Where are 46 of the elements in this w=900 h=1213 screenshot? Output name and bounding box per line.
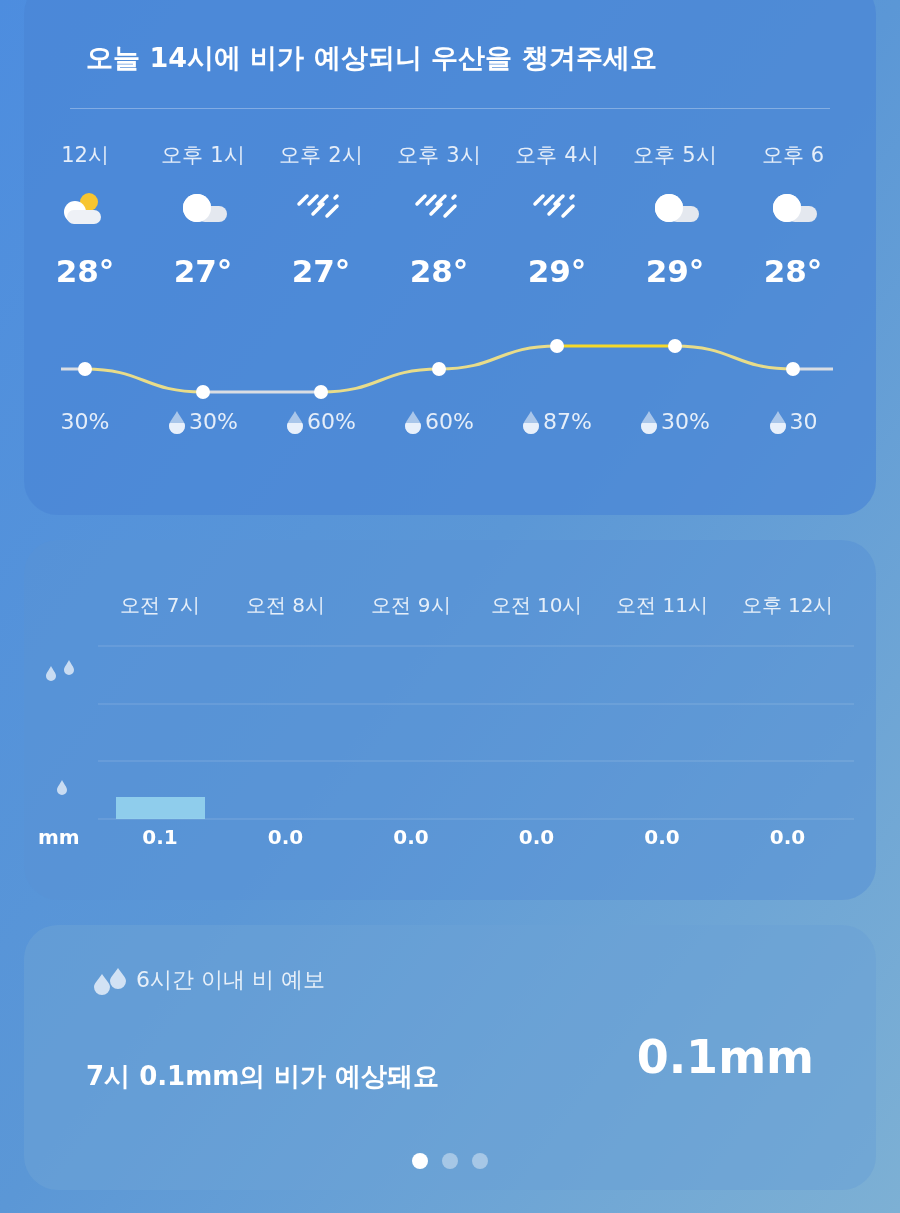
temperature: 29°	[645, 252, 705, 291]
precipitation-chance: 60%	[425, 408, 474, 436]
raindrop-icon	[640, 409, 659, 434]
raindrop-icon	[522, 409, 541, 434]
raindrops-icon	[46, 660, 74, 681]
rain-amount: 0.1mm	[636, 1029, 814, 1086]
raindrop-icon	[286, 409, 305, 434]
hour-label: 오후 1시	[161, 142, 245, 169]
precipitation-chance: 30%	[60, 408, 110, 436]
raindrop-icon	[57, 780, 67, 795]
precipitation-value: 0.0	[392, 824, 430, 851]
precipitation-chance: 60%	[307, 408, 356, 436]
forecast-title: 6시간 이내 비 예보	[136, 966, 325, 994]
temperature: 29°	[527, 252, 587, 291]
hour-label: 오후 12시	[740, 592, 835, 619]
hour-label: 오후 6	[761, 142, 824, 169]
temperature: 28°	[409, 252, 469, 291]
alert-text: 오늘 14시에 비가 예상되니 우산을 챙겨주세요	[86, 41, 657, 75]
hour-label: 오전 9시	[370, 592, 452, 619]
hour-label: 12시	[61, 142, 109, 169]
precipitation-chance: 30%	[189, 408, 238, 436]
hour-label: 오전 10시	[489, 592, 584, 619]
precipitation-chance: 30%	[661, 408, 710, 436]
precipitation-chance: 87%	[543, 408, 592, 436]
forecast-message: 7시 0.1mm의 비가 예상돼요	[86, 1060, 440, 1093]
temperature: 28°	[55, 252, 115, 291]
hour-label: 오후 2시	[279, 142, 363, 169]
precipitation-value: 0.0	[768, 824, 807, 851]
raindrop-icon	[404, 409, 423, 434]
unit-label: mm	[38, 824, 80, 851]
raindrop-icon	[168, 409, 187, 434]
precipitation-value: 0.0	[517, 824, 556, 851]
hour-label: 오후 3시	[397, 142, 481, 169]
hour-label: 오전 7시	[119, 592, 201, 619]
raindrop-icon	[768, 409, 787, 434]
hour-label: 오전 11시	[615, 592, 709, 619]
hour-label: 오전 8시	[244, 592, 327, 619]
precipitation-chance: 30	[789, 408, 818, 436]
temperature: 27°	[173, 252, 233, 291]
precipitation-value: 0.1	[141, 824, 179, 851]
temperature: 27°	[291, 252, 351, 291]
precipitation-value: 0.0	[643, 824, 681, 851]
hour-label: 오후 5시	[633, 142, 717, 169]
temperature: 28°	[763, 252, 823, 291]
precipitation-value: 0.0	[266, 824, 305, 851]
hour-label: 오후 4시	[515, 142, 599, 169]
